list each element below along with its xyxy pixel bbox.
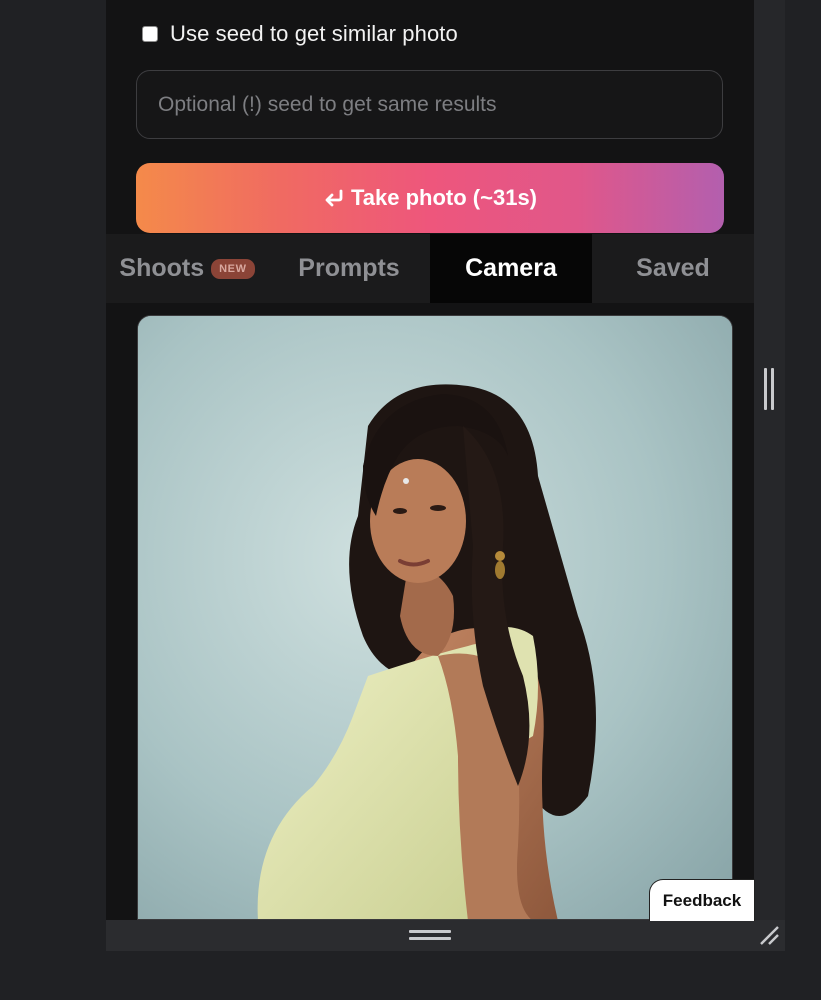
new-badge: NEW (211, 258, 255, 279)
seed-checkbox[interactable] (142, 26, 158, 42)
tab-saved[interactable]: Saved (592, 234, 754, 303)
portrait-image (138, 316, 732, 919)
horizontal-resize-grip-icon[interactable] (409, 930, 451, 940)
take-photo-label: Take photo (~31s) (350, 185, 538, 210)
seed-checkbox-row[interactable]: Use seed to get similar photo (141, 19, 458, 49)
tab-prompts[interactable]: Prompts (268, 234, 430, 303)
seed-input[interactable] (136, 70, 723, 139)
vertical-resize-grip-icon[interactable] (764, 368, 774, 410)
tab-label: Prompts (298, 254, 400, 282)
tab-label: Camera (465, 254, 557, 282)
generated-photo[interactable] (137, 315, 733, 920)
tab-label: Saved (636, 254, 710, 282)
tab-label: Shoots (119, 254, 205, 282)
feedback-button[interactable]: Feedback (649, 879, 755, 921)
seed-checkbox-label: Use seed to get similar photo (170, 21, 458, 46)
take-photo-button[interactable]: Take photo (~31s) (136, 163, 724, 233)
tab-camera[interactable]: Camera (430, 234, 592, 303)
enter-return-icon (325, 189, 343, 207)
corner-resize-icon[interactable] (758, 924, 780, 946)
tab-shoots[interactable]: Shoots NEW (106, 234, 268, 303)
tab-bar: Shoots NEW Prompts Camera Saved (106, 234, 754, 303)
scrollbar-track[interactable] (754, 0, 785, 920)
